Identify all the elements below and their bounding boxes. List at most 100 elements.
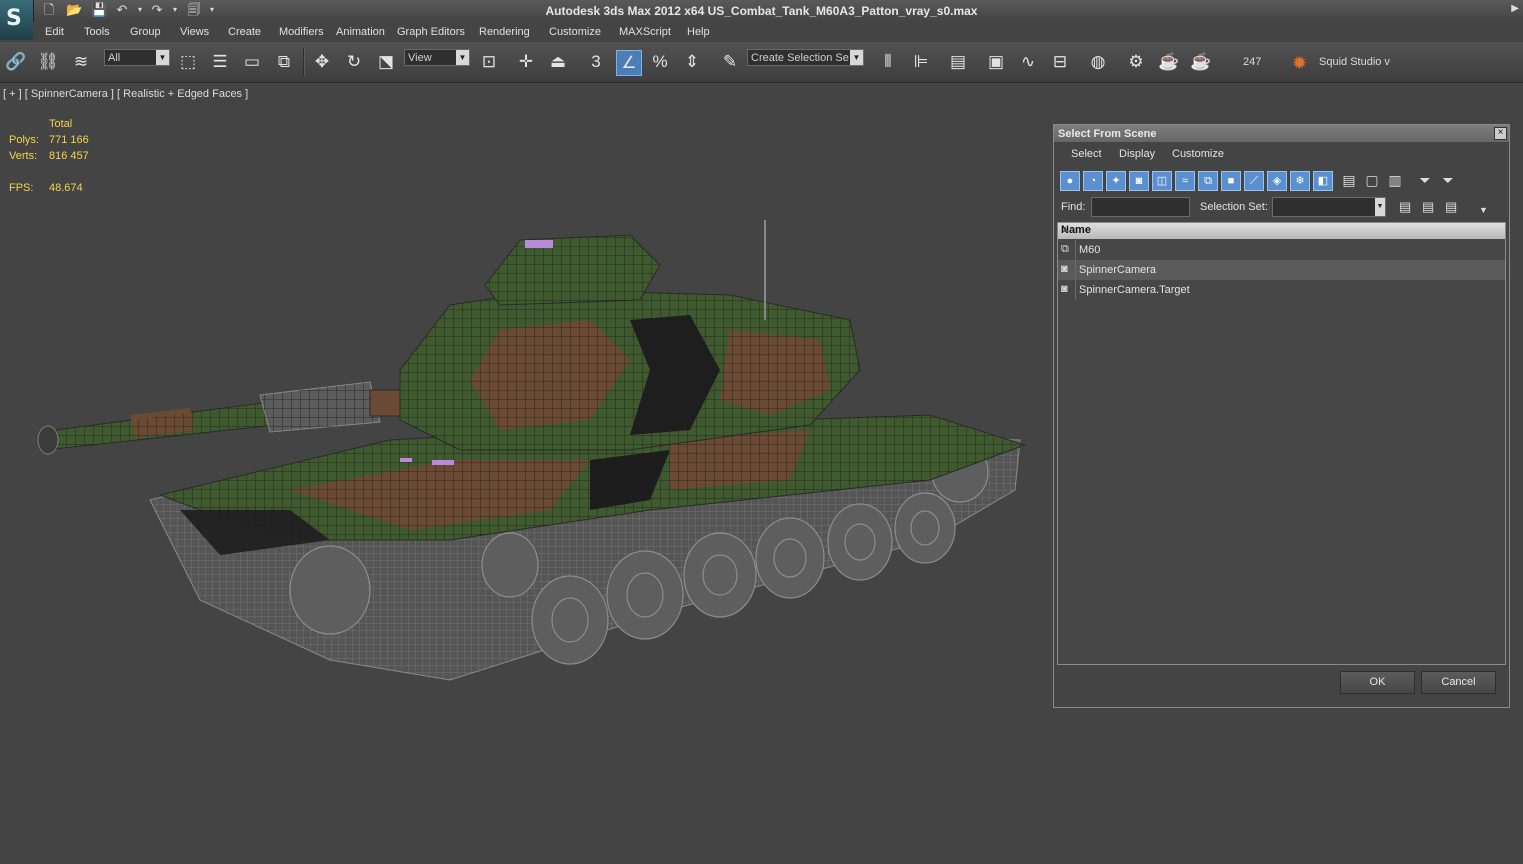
render-production-icon[interactable]: ☕ xyxy=(1189,50,1213,74)
menu-tools[interactable]: Tools xyxy=(84,26,110,38)
menu-views[interactable]: Views xyxy=(180,26,209,38)
column-divider xyxy=(1075,260,1076,280)
material-editor-icon[interactable]: ◍ xyxy=(1086,50,1110,74)
add-selection-set-icon[interactable]: ▤ xyxy=(1399,199,1411,215)
layer-manager-icon[interactable]: ▤ xyxy=(946,50,970,74)
menu-group[interactable]: Group xyxy=(130,26,161,38)
selection-set-dropdown[interactable]: ▼ xyxy=(1272,197,1386,217)
options-dropdown-icon[interactable]: ▼ xyxy=(1479,205,1488,215)
angle-snap-icon[interactable]: ∠ xyxy=(616,50,642,76)
menu-animation[interactable]: Animation xyxy=(336,26,385,38)
render-setup-icon[interactable]: ⚙ xyxy=(1124,50,1148,74)
ok-button[interactable]: OK xyxy=(1340,671,1415,694)
display-frozen-icon[interactable]: ❄ xyxy=(1290,171,1310,191)
remove-selection-set-icon[interactable]: ▤ xyxy=(1445,199,1457,215)
mirror-icon[interactable]: ⫴ xyxy=(876,50,900,74)
dialog-menu-select[interactable]: Select xyxy=(1071,148,1102,160)
display-lights-icon[interactable]: ✦ xyxy=(1106,171,1126,191)
list-item[interactable]: ◙ SpinnerCamera.Target xyxy=(1058,280,1505,300)
list-item[interactable]: ⧉ M60 xyxy=(1058,240,1505,260)
menu-rendering[interactable]: Rendering xyxy=(479,26,530,38)
dialog-menu-customize[interactable]: Customize xyxy=(1172,148,1224,160)
select-manipulate-icon[interactable]: ✛ xyxy=(514,50,538,74)
menu-bar: Edit Tools Group Views Create Modifiers … xyxy=(33,22,1523,41)
link-icon[interactable]: 🔗 xyxy=(4,50,28,74)
display-geometry-icon[interactable]: ● xyxy=(1060,171,1080,191)
chevron-down-icon: ▼ xyxy=(1375,198,1385,216)
dialog-filter-toolbar: ● ◔ ✦ ◙ ◫ ≈ ⧉ ■ ⟋ ◈ ❄ ◧ ▤ ▢ ▥ ⏷ ⏷ xyxy=(1059,170,1501,194)
keyboard-shortcut-override-icon[interactable]: ⏏ xyxy=(546,50,570,74)
tank-3d-model[interactable] xyxy=(30,210,1030,690)
display-hidden-icon[interactable]: ◧ xyxy=(1313,171,1333,191)
selection-filter-dropdown[interactable]: All ▼ xyxy=(104,49,170,66)
chevron-right-icon[interactable]: ▶ xyxy=(1511,3,1519,14)
window-crossing-icon[interactable]: ⧉ xyxy=(272,50,296,74)
find-input[interactable] xyxy=(1091,197,1190,217)
menu-edit[interactable]: Edit xyxy=(45,26,64,38)
app-logo-button[interactable]: S xyxy=(0,0,34,40)
select-all-icon[interactable]: ▤ xyxy=(1339,171,1359,191)
display-cameras-icon[interactable]: ◙ xyxy=(1129,171,1149,191)
menu-maxscript[interactable]: MAXScript xyxy=(619,26,671,38)
scale-icon[interactable]: ⬔ xyxy=(374,50,398,74)
edit-selection-set-icon[interactable]: ▤ xyxy=(1422,199,1434,215)
select-invert-icon[interactable]: ▥ xyxy=(1385,171,1405,191)
percent-snap-icon[interactable]: % xyxy=(648,50,672,74)
filter-options-icon[interactable]: ⏷ xyxy=(1438,171,1458,191)
filter-icon[interactable]: ⏷ xyxy=(1415,171,1435,191)
select-none-icon[interactable]: ▢ xyxy=(1362,171,1382,191)
display-helpers-icon[interactable]: ◫ xyxy=(1152,171,1172,191)
close-icon[interactable]: × xyxy=(1494,127,1507,140)
menu-create[interactable]: Create xyxy=(228,26,261,38)
snap-mode-label: 3 xyxy=(591,52,601,71)
stats-polys-value: 771 166 xyxy=(49,134,89,146)
list-header-name[interactable]: Name ▲ xyxy=(1058,223,1505,239)
bind-space-warp-icon[interactable]: ≋ xyxy=(69,50,93,74)
menu-customize[interactable]: Customize xyxy=(549,26,601,38)
display-shapes-icon[interactable]: ◔ xyxy=(1083,171,1103,191)
squid-studio-label[interactable]: Squid Studio v xyxy=(1319,56,1390,68)
main-toolbar: 🔗 ⛓ ≋ All ▼ ⬚ ☰ ▭ ⧉ ✥ ↻ ⬔ View ▼ ⊡ ✛ ⏏ 3… xyxy=(0,42,1523,83)
curve-editor-icon[interactable]: ∿ xyxy=(1016,50,1040,74)
cancel-button[interactable]: Cancel xyxy=(1421,671,1496,694)
display-bones-icon[interactable]: ⟋ xyxy=(1244,171,1264,191)
named-selection-set-value: Create Selection Se xyxy=(751,52,849,64)
display-xrefs-icon[interactable]: ■ xyxy=(1221,171,1241,191)
list-item-name: SpinnerCamera.Target xyxy=(1079,284,1190,296)
rectangular-selection-icon[interactable]: ▭ xyxy=(240,50,264,74)
chevron-down-icon: ▼ xyxy=(156,50,169,65)
dialog-menu-display[interactable]: Display xyxy=(1119,148,1155,160)
edit-named-selection-icon[interactable]: ✎ xyxy=(718,50,742,74)
group-icon: ⧉ xyxy=(1061,243,1069,255)
display-groups-icon[interactable]: ⧉ xyxy=(1198,171,1218,191)
dialog-title-bar[interactable]: Select From Scene × xyxy=(1054,125,1509,142)
selection-set-label: Selection Set: xyxy=(1200,201,1268,213)
viewport-label[interactable]: [ + ] [ SpinnerCamera ] [ Realistic + Ed… xyxy=(3,88,248,100)
reference-coordinate-dropdown[interactable]: View ▼ xyxy=(404,49,470,66)
move-icon[interactable]: ✥ xyxy=(310,50,334,74)
menu-modifiers[interactable]: Modifiers xyxy=(279,26,324,38)
schematic-view-icon[interactable]: ⊟ xyxy=(1048,50,1072,74)
menu-help[interactable]: Help xyxy=(687,26,710,38)
rendered-frame-window-icon[interactable]: ☕ xyxy=(1157,50,1181,74)
graphite-ribbon-icon[interactable]: ▣ xyxy=(984,50,1008,74)
scene-object-list[interactable]: Name ▲ ⧉ M60 ◙ SpinnerCamera ◙ SpinnerCa… xyxy=(1057,222,1506,665)
squid-studio-icon[interactable]: ✹ xyxy=(1292,53,1307,74)
3ds-max-logo-icon: S xyxy=(6,6,22,31)
unlink-icon[interactable]: ⛓ xyxy=(36,50,60,74)
window-title: Autodesk 3ds Max 2012 x64 US_Combat_Tank… xyxy=(545,4,978,18)
rotate-icon[interactable]: ↻ xyxy=(342,50,366,74)
pivot-center-icon[interactable]: ⊡ xyxy=(477,50,501,74)
named-selection-set-dropdown[interactable]: Create Selection Se ▼ xyxy=(747,49,864,66)
list-item[interactable]: ◙ SpinnerCamera xyxy=(1058,260,1505,280)
display-space-warps-icon[interactable]: ≈ xyxy=(1175,171,1195,191)
display-containers-icon[interactable]: ◈ xyxy=(1267,171,1287,191)
select-object-icon[interactable]: ⬚ xyxy=(176,50,200,74)
toolbar-divider xyxy=(303,48,305,76)
align-icon[interactable]: ⊫ xyxy=(909,50,933,74)
stats-fps-label: FPS: xyxy=(9,182,34,194)
snaps-toggle-icon[interactable]: 3 xyxy=(584,50,608,74)
menu-graph-editors[interactable]: Graph Editors xyxy=(397,26,465,38)
select-by-name-icon[interactable]: ☰ xyxy=(208,50,232,74)
spinner-snap-icon[interactable]: ⇕ xyxy=(680,50,704,74)
